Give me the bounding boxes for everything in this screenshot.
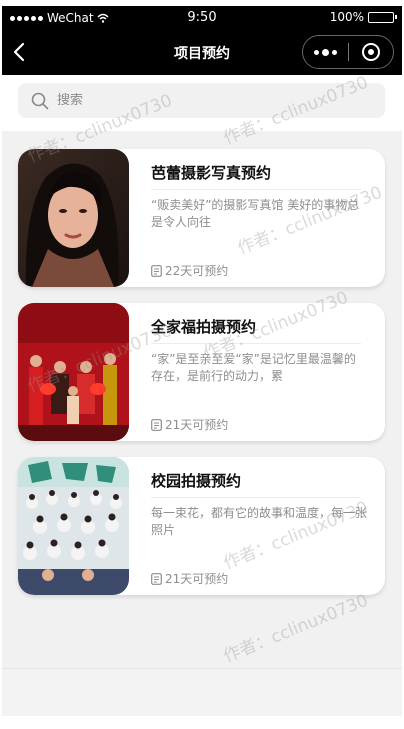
- search-box[interactable]: [18, 83, 385, 118]
- watermark: 作者：cclinux0730: [220, 590, 372, 667]
- booking-card[interactable]: 校园拍摄预约 每一束花，都有它的故事和温度，每一张照片 21天可预约: [18, 457, 385, 595]
- card-photo: [18, 457, 129, 595]
- search-icon: [31, 92, 49, 109]
- availability: 21天可预约: [151, 570, 228, 587]
- phone-screen: WeChat 9:50 100% 项目预约 搜索 芭蕾摄影写真预约 “贩卖美好”…: [2, 6, 402, 716]
- battery-status: 100%: [329, 10, 397, 24]
- close-target-icon[interactable]: [348, 36, 393, 68]
- calendar-icon: [151, 418, 162, 431]
- card-photo: [18, 303, 129, 441]
- booking-card[interactable]: 芭蕾摄影写真预约 “贩卖美好”的摄影写真馆 美好的事物总是令人向往 22天可预约: [18, 149, 385, 287]
- divider: [151, 497, 361, 498]
- miniprogram-capsule: [302, 35, 394, 69]
- availability-label: 22天可预约: [165, 264, 229, 278]
- card-title: 芭蕾摄影写真预约: [151, 164, 272, 182]
- availability: 22天可预约: [151, 262, 228, 279]
- nav-bar: 项目预约: [2, 30, 402, 75]
- divider: [151, 189, 361, 190]
- battery-icon: [368, 11, 397, 23]
- divider: [151, 343, 361, 344]
- card-description: 每一束花，都有它的故事和温度，每一张照片: [151, 506, 368, 537]
- calendar-icon: [151, 264, 162, 277]
- search-input[interactable]: [57, 93, 357, 108]
- availability: 21天可预约: [151, 416, 228, 433]
- card-description: “家”是至亲至爱“家”是记忆里最温馨的存在，是前行的动力，累: [151, 352, 356, 383]
- availability-label: 21天可预约: [165, 572, 229, 586]
- availability-label: 21天可预约: [165, 418, 229, 432]
- status-bar: WeChat 9:50 100%: [2, 6, 402, 30]
- calendar-icon: [151, 572, 162, 585]
- card-description: “贩卖美好”的摄影写真馆 美好的事物总是令人向往: [151, 198, 360, 229]
- booking-card[interactable]: 全家福拍摄预约 “家”是至亲至爱“家”是记忆里最温馨的存在，是前行的动力，累 2…: [18, 303, 385, 441]
- more-dots-icon[interactable]: [303, 36, 348, 68]
- card-title: 校园拍摄预约: [151, 472, 242, 490]
- battery-percent: 100%: [329, 10, 364, 24]
- bottom-area: [2, 668, 402, 716]
- card-photo: [18, 149, 129, 287]
- card-title: 全家福拍摄预约: [151, 318, 257, 336]
- search-bar: [2, 75, 402, 131]
